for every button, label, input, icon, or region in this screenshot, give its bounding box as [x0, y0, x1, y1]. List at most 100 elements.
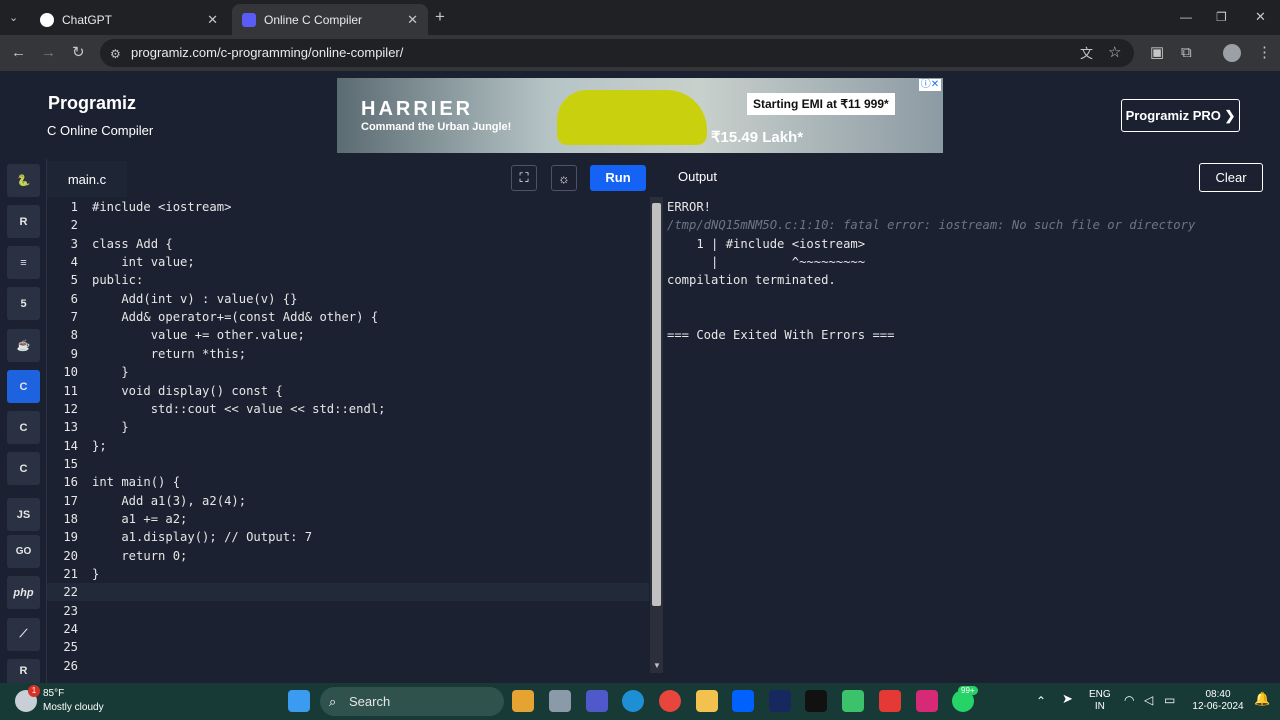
- line-number: 8: [70, 328, 78, 343]
- code-editor[interactable]: 1 #include <iostream> 2 3 class Add {4 int v…: [47, 197, 649, 673]
- editor-toolbar: main.c ⛶ ☼ Run: [47, 159, 663, 197]
- file-explorer-icon[interactable]: [696, 690, 718, 712]
- line-number: 11: [63, 383, 78, 398]
- extensions-puzzle-icon[interactable]: ⧉: [1181, 45, 1192, 61]
- cpp-icon[interactable]: C: [7, 411, 40, 444]
- programiz-logo[interactable]: Programiz: [48, 93, 136, 114]
- bookmark-star-icon[interactable]: ☆: [1108, 45, 1121, 61]
- code-line[interactable]: 21}: [47, 565, 649, 583]
- code-line[interactable]: 19 a1.display(); // Output: 7: [47, 528, 649, 546]
- extension-icon[interactable]: ▣: [1150, 45, 1164, 61]
- chrome-icon[interactable]: [659, 690, 681, 712]
- forward-icon[interactable]: →: [41, 45, 56, 61]
- code-line[interactable]: 22: [47, 583, 649, 602]
- volume-icon[interactable]: ◁: [1144, 694, 1153, 706]
- tab-search-icon[interactable]: ⌄: [9, 10, 18, 26]
- editor-scrollbar[interactable]: ▼: [650, 197, 663, 673]
- restore-icon[interactable]: ❐: [1216, 9, 1227, 25]
- wifi-icon[interactable]: ◠: [1124, 694, 1134, 706]
- code-line[interactable]: 18 a1 += a2;: [47, 510, 649, 528]
- code-line[interactable]: 15: [47, 455, 649, 473]
- code-line[interactable]: 4 int value;: [47, 253, 649, 271]
- fullscreen-icon[interactable]: ⛶: [511, 165, 537, 191]
- show-hidden-icons-icon[interactable]: ⌃: [1036, 695, 1046, 707]
- go-icon[interactable]: GO: [7, 535, 40, 568]
- tab-chatgpt[interactable]: ChatGPT ✕: [30, 4, 228, 35]
- code-line[interactable]: 20 return 0;: [47, 547, 649, 565]
- advertisement-banner[interactable]: HARRIER Command the Urban Jungle! Starti…: [337, 78, 943, 153]
- code-line[interactable]: 1 #include <iostream>: [47, 198, 649, 216]
- file-tab-main-c[interactable]: main.c: [47, 159, 127, 197]
- code-line[interactable]: 7 Add& operator+=(const Add& other) {: [47, 308, 649, 326]
- new-tab-icon[interactable]: +: [435, 8, 445, 25]
- reload-icon[interactable]: ↻: [72, 45, 85, 61]
- ad-close-icon[interactable]: ⓘ✕: [919, 79, 941, 91]
- java-icon[interactable]: ☕: [7, 329, 40, 362]
- minimize-icon[interactable]: —: [1180, 9, 1192, 25]
- windows-start-icon[interactable]: [288, 690, 310, 712]
- location-icon[interactable]: ➤: [1062, 692, 1073, 705]
- code-line[interactable]: 26: [47, 657, 649, 673]
- wps-office-icon[interactable]: [879, 690, 901, 712]
- profile-avatar[interactable]: [1223, 44, 1241, 62]
- code-line[interactable]: 16 int main() {: [47, 473, 649, 491]
- html-icon[interactable]: 5: [7, 287, 40, 320]
- close-window-icon[interactable]: ✕: [1255, 9, 1266, 25]
- app-icon[interactable]: [769, 690, 791, 712]
- code-line[interactable]: 2: [47, 216, 649, 234]
- code-line[interactable]: 17 Add a1(3), a2(4);: [47, 492, 649, 510]
- code-line[interactable]: 25: [47, 638, 649, 656]
- edge-icon[interactable]: [622, 690, 644, 712]
- task-view-icon[interactable]: [549, 690, 571, 712]
- code-line[interactable]: 13 }: [47, 418, 649, 436]
- code-line[interactable]: 5 public:: [47, 271, 649, 289]
- code-line[interactable]: 11 void display() const {: [47, 382, 649, 400]
- code-line[interactable]: 24: [47, 620, 649, 638]
- php-icon[interactable]: php: [7, 576, 40, 609]
- csharp-icon[interactable]: C: [7, 452, 40, 485]
- close-tab-icon[interactable]: ✕: [207, 12, 218, 28]
- code-line[interactable]: 12 std::cout << value << std::endl;: [47, 400, 649, 418]
- code-line[interactable]: 14};: [47, 437, 649, 455]
- code-line[interactable]: 9 return *this;: [47, 345, 649, 363]
- menu-kebab-icon[interactable]: ⋮: [1257, 45, 1272, 61]
- taskbar-search[interactable]: ⌕ Search: [320, 687, 504, 716]
- site-info-icon[interactable]: ⚙: [110, 46, 121, 62]
- code-line[interactable]: 3 class Add {: [47, 235, 649, 253]
- scroll-down-arrow-icon[interactable]: ▼: [653, 661, 661, 670]
- tab-online-c-compiler[interactable]: Online C Compiler ✕: [232, 4, 428, 35]
- battery-icon[interactable]: ▭: [1164, 694, 1175, 706]
- dropbox-icon[interactable]: [732, 690, 754, 712]
- code-line[interactable]: 23: [47, 602, 649, 620]
- instagram-icon[interactable]: [916, 690, 938, 712]
- teams-icon[interactable]: [586, 690, 608, 712]
- line-number: 23: [63, 603, 78, 618]
- javascript-icon[interactable]: JS: [7, 498, 40, 531]
- run-button[interactable]: Run: [590, 165, 646, 191]
- notification-bell-icon[interactable]: 🔔: [1254, 692, 1270, 705]
- back-icon[interactable]: ←: [11, 45, 26, 61]
- translate-icon[interactable]: 文: [1080, 46, 1093, 62]
- address-bar[interactable]: ⚙ programiz.com/c-programming/online-com…: [100, 39, 1134, 67]
- swift-icon[interactable]: ⟋: [7, 618, 40, 651]
- tab-label: ChatGPT: [62, 12, 113, 27]
- code-line[interactable]: 6 Add(int v) : value(v) {}: [47, 290, 649, 308]
- app-k-icon[interactable]: [805, 690, 827, 712]
- line-number: 2: [70, 218, 78, 233]
- sql-icon[interactable]: ≡: [7, 246, 40, 279]
- programiz-pro-button[interactable]: Programiz PRO ❯: [1121, 99, 1240, 132]
- store-icon[interactable]: [842, 690, 864, 712]
- c-icon[interactable]: C: [7, 370, 40, 403]
- python-icon[interactable]: 🐍: [7, 164, 40, 197]
- scrollbar-thumb[interactable]: [652, 203, 661, 606]
- clock[interactable]: 08:40 12-06-2024: [1190, 689, 1246, 713]
- code-line[interactable]: 10 }: [47, 363, 649, 381]
- language-indicator[interactable]: ENG IN: [1089, 689, 1111, 713]
- rust-icon[interactable]: R: [7, 659, 40, 683]
- copilot-icon[interactable]: [512, 690, 534, 712]
- clear-button[interactable]: Clear: [1199, 163, 1263, 192]
- code-line[interactable]: 8 value += other.value;: [47, 326, 649, 344]
- close-tab-icon[interactable]: ✕: [407, 12, 418, 28]
- r-icon[interactable]: R: [7, 205, 40, 238]
- theme-toggle-icon[interactable]: ☼: [551, 165, 577, 191]
